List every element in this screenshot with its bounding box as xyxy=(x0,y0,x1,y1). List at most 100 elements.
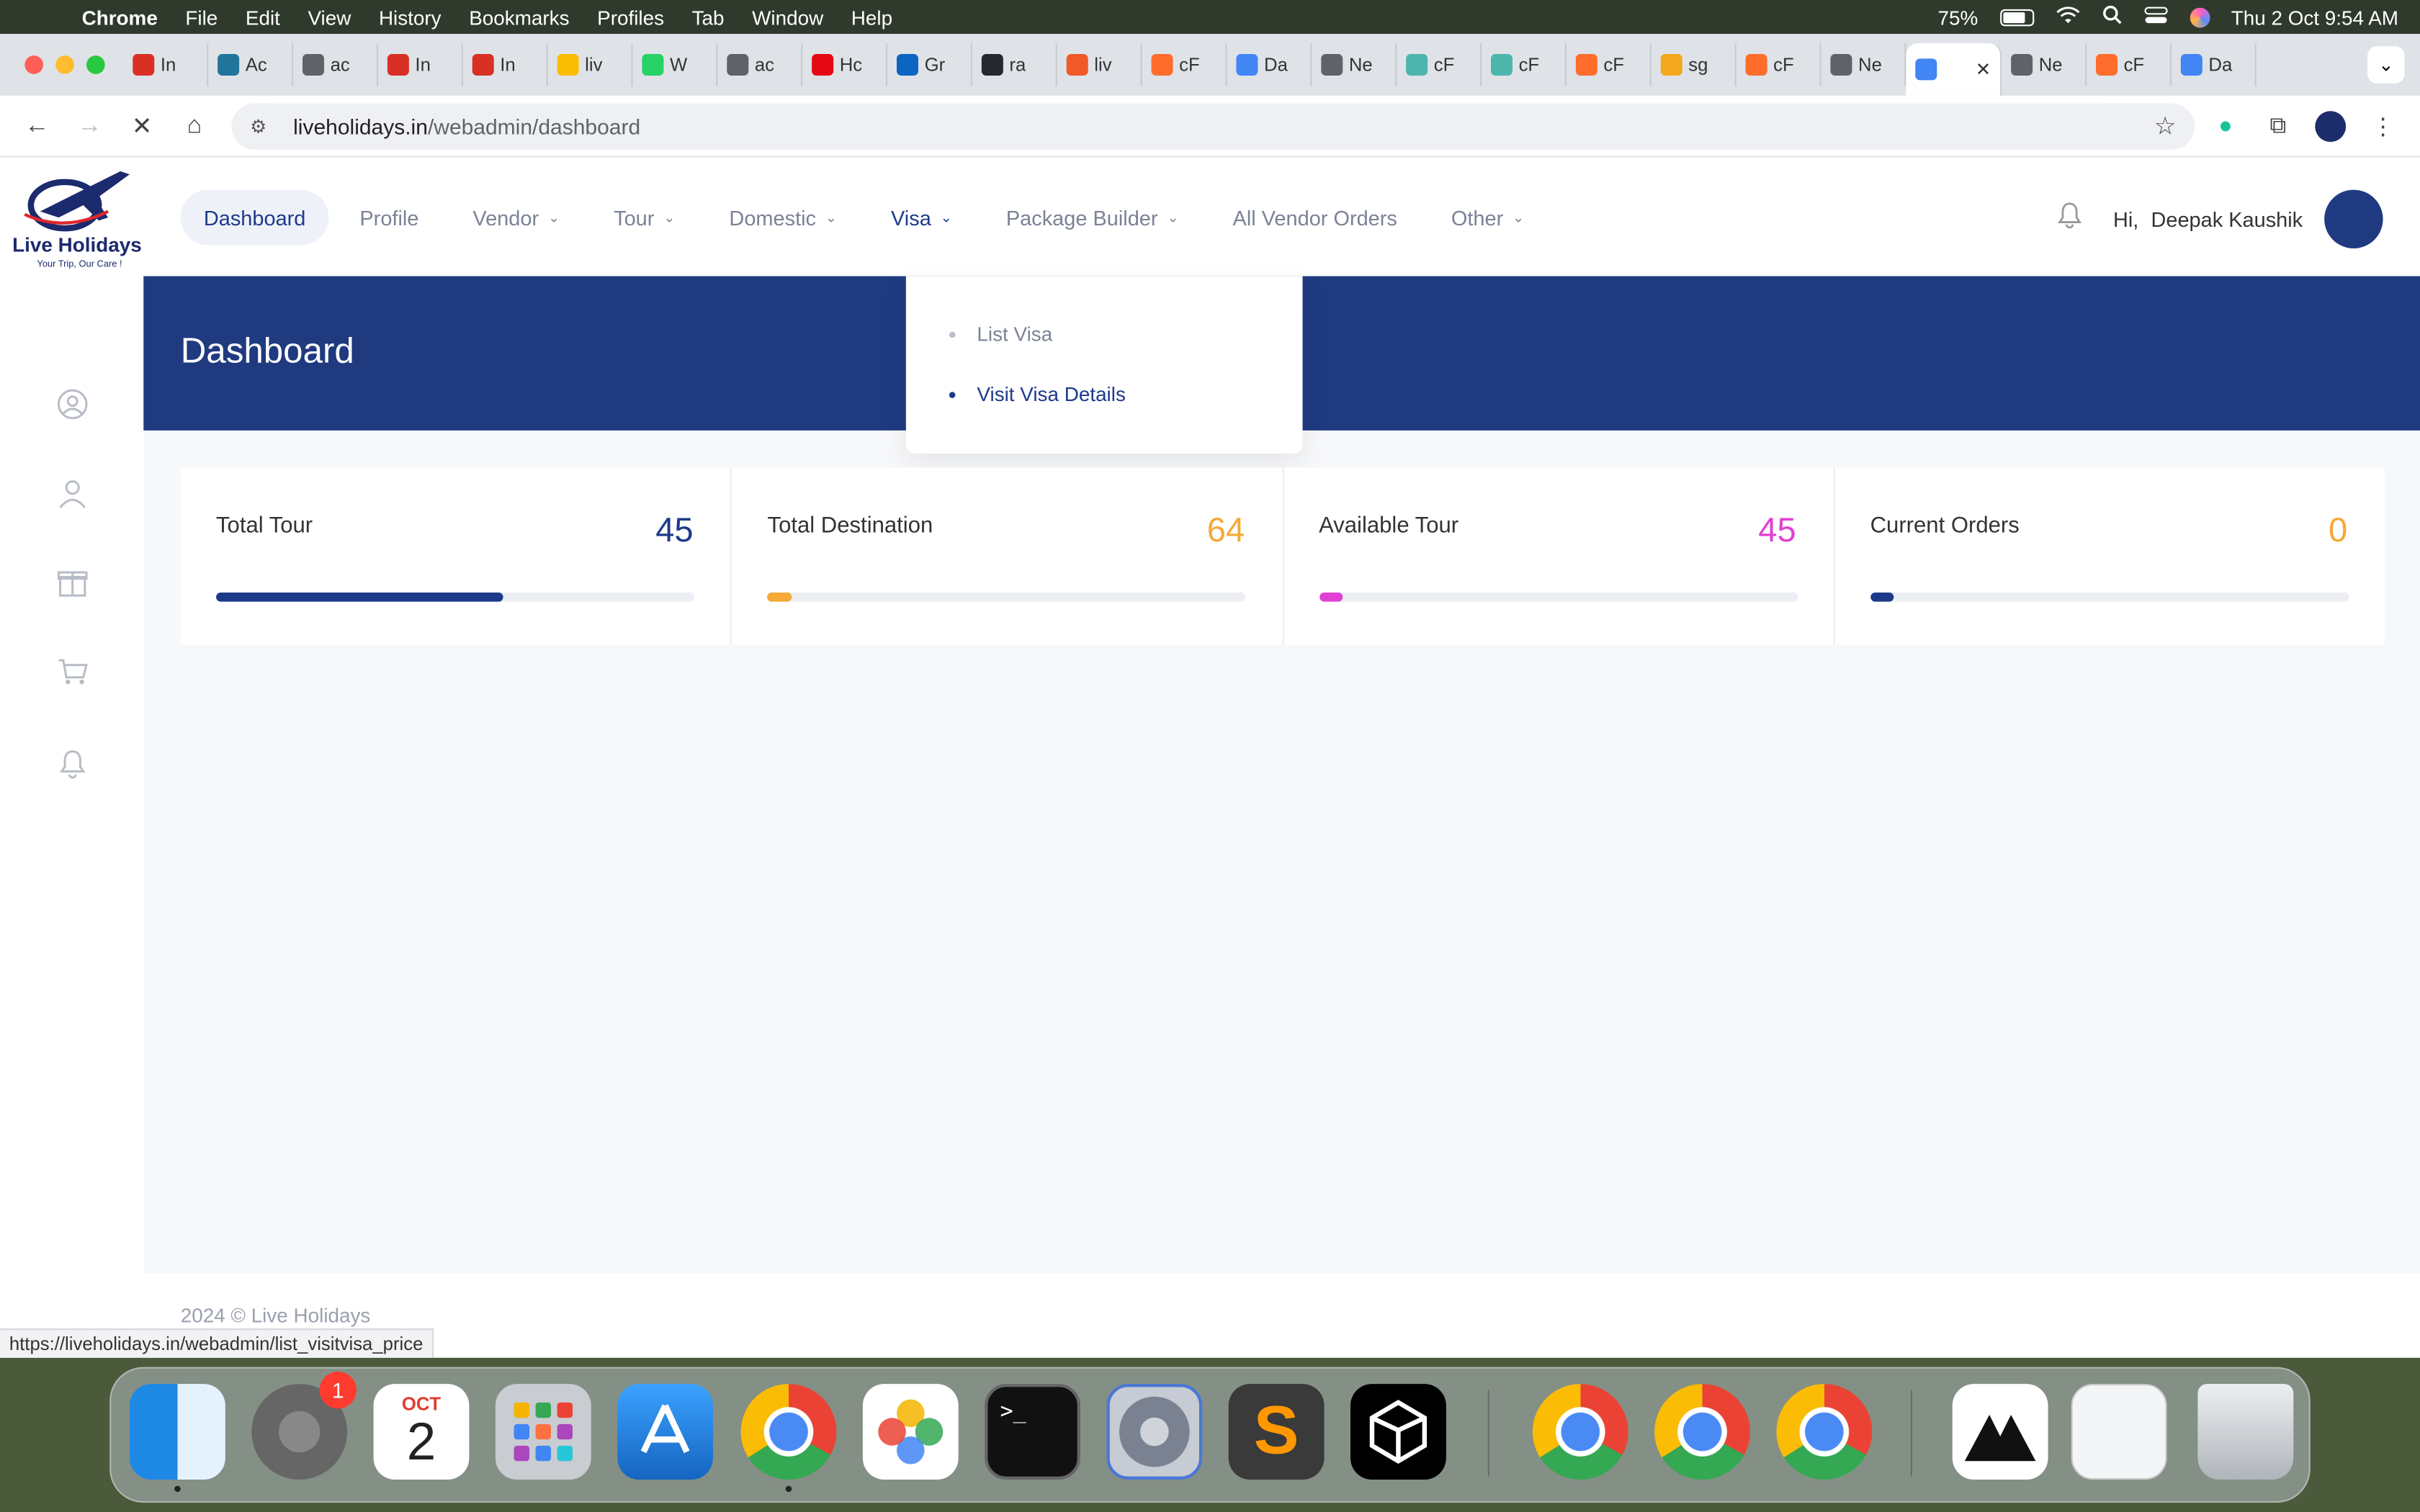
browser-tab[interactable]: cF xyxy=(1567,43,1652,86)
browser-tab[interactable]: ac xyxy=(717,43,803,86)
cube-app-icon[interactable] xyxy=(1350,1384,1446,1480)
menubar-help[interactable]: Help xyxy=(838,6,907,29)
nav-profile[interactable]: Profile xyxy=(336,190,442,246)
browser-tab[interactable]: Hc xyxy=(802,43,888,86)
browser-tab[interactable]: cF xyxy=(1482,43,1567,86)
forward-arrow-icon[interactable]: → xyxy=(68,104,111,148)
menubar-profiles[interactable]: Profiles xyxy=(583,6,678,29)
browser-tab[interactable]: cF xyxy=(1736,43,1821,86)
terminal-icon[interactable]: >_ xyxy=(985,1384,1080,1480)
browser-tab[interactable]: liv xyxy=(1057,43,1142,86)
menubar-tab[interactable]: Tab xyxy=(678,6,738,29)
menubar-datetime[interactable]: Thu 2 Oct 9:54 AM xyxy=(2231,6,2398,29)
document-preview-icon[interactable] xyxy=(1952,1384,2048,1480)
stat-progress-fill xyxy=(767,592,792,602)
nav-vendor[interactable]: Vendor ⌄ xyxy=(449,190,583,246)
browser-tab[interactable]: In xyxy=(378,43,463,86)
chrome-icon[interactable] xyxy=(740,1384,837,1480)
battery-percent: 75% xyxy=(1937,5,1978,29)
chrome-profile-2-icon[interactable] xyxy=(1654,1384,1750,1480)
close-window-button[interactable] xyxy=(24,55,43,74)
profile-avatar[interactable] xyxy=(2309,104,2352,148)
tab-search-chevron-icon[interactable]: ⌄ xyxy=(2367,46,2405,84)
chrome-profile-3-icon[interactable] xyxy=(1776,1384,1873,1480)
menubar-window[interactable]: Window xyxy=(738,6,838,29)
user-name[interactable]: Deepak Kaushik xyxy=(2151,207,2303,230)
chrome-menu-icon[interactable]: ⋮ xyxy=(2362,104,2405,148)
window-thumbnail-icon[interactable] xyxy=(2071,1384,2167,1480)
browser-tab[interactable]: Da xyxy=(2172,43,2257,86)
sublime-text-icon[interactable]: S xyxy=(1228,1384,1325,1480)
menubar-bookmarks[interactable]: Bookmarks xyxy=(455,6,583,29)
browser-tab[interactable]: In xyxy=(123,43,209,86)
finder-icon[interactable] xyxy=(130,1384,225,1480)
nav-dashboard[interactable]: Dashboard xyxy=(180,189,329,246)
nav-package-builder[interactable]: Package Builder ⌄ xyxy=(983,190,1202,246)
nav-tour[interactable]: Tour ⌄ xyxy=(591,190,699,246)
nav-visa[interactable]: Visa ⌄ xyxy=(868,190,975,246)
chrome-profile-1-icon[interactable] xyxy=(1532,1384,1628,1480)
menubar-view[interactable]: View xyxy=(294,6,364,29)
app-store-icon[interactable] xyxy=(617,1384,713,1480)
browser-tab[interactable]: cF xyxy=(1142,43,1227,86)
system-preferences-gear-icon[interactable] xyxy=(1106,1384,1203,1480)
menubar-file[interactable]: File xyxy=(171,6,231,29)
browser-tab[interactable]: ra xyxy=(972,43,1057,86)
spotlight-search-icon[interactable] xyxy=(2102,4,2122,29)
zoom-window-button[interactable] xyxy=(86,55,105,74)
grammarly-extension-icon[interactable]: ● xyxy=(2204,104,2247,148)
system-settings-icon[interactable]: 1 xyxy=(251,1372,357,1480)
nav-other[interactable]: Other ⌄ xyxy=(1428,190,1548,246)
control-center-icon[interactable] xyxy=(2143,6,2168,29)
stat-label: Total Tour xyxy=(216,513,313,539)
menu-item-visit-visa-details[interactable]: Visit Visa Details xyxy=(949,382,1126,406)
nav-package-builder-label: Package Builder xyxy=(1005,206,1158,230)
sidebar-dashboard-icon[interactable] xyxy=(55,387,89,421)
menubar-app-name[interactable]: Chrome xyxy=(68,6,171,29)
terminal-prompt: >_ xyxy=(1000,1399,1026,1424)
menubar-history[interactable]: History xyxy=(365,6,455,29)
menu-item-list-visa[interactable]: List Visa xyxy=(949,323,1052,346)
siri-icon[interactable] xyxy=(2189,6,2210,27)
browser-tab[interactable]: ac xyxy=(293,43,378,86)
photos-icon[interactable] xyxy=(862,1384,959,1480)
browser-tab[interactable]: cF xyxy=(1397,43,1482,86)
browser-tab[interactable]: In xyxy=(463,43,548,86)
browser-tab-active[interactable]: ✕ xyxy=(1906,43,2002,96)
nav-all-vendor-orders[interactable]: All Vendor Orders xyxy=(1209,190,1420,246)
minimize-window-button[interactable] xyxy=(55,55,74,74)
home-icon[interactable]: ⌂ xyxy=(173,104,216,148)
sidebar-bell-icon[interactable] xyxy=(55,747,89,780)
browser-tab[interactable]: liv xyxy=(548,43,633,86)
nav-domestic[interactable]: Domestic ⌄ xyxy=(706,190,860,246)
extensions-puzzle-icon[interactable]: ⧉ xyxy=(2257,104,2300,148)
tab-close-icon[interactable]: ✕ xyxy=(1976,58,1991,80)
browser-tab[interactable]: W xyxy=(633,43,718,86)
notification-bell-icon[interactable] xyxy=(2058,202,2082,236)
browser-tab[interactable]: Gr xyxy=(887,43,972,86)
browser-tab[interactable]: Ne xyxy=(1821,43,1906,86)
browser-tab[interactable]: Ne xyxy=(1312,43,1397,86)
trash-icon[interactable] xyxy=(2197,1384,2294,1480)
browser-tab[interactable]: Ac xyxy=(208,43,294,86)
back-arrow-icon[interactable]: ← xyxy=(15,104,58,148)
browser-tab[interactable]: Ne xyxy=(2002,43,2087,86)
browser-tab[interactable]: Da xyxy=(1227,43,1312,86)
launchpad-icon[interactable] xyxy=(495,1384,591,1480)
browser-tab[interactable]: sg xyxy=(1652,43,1736,86)
user-avatar[interactable] xyxy=(2324,189,2383,248)
bookmark-star-icon[interactable]: ☆ xyxy=(2154,110,2177,141)
site-settings-icon[interactable]: ⚙ xyxy=(250,115,274,137)
tab-title: Da xyxy=(2208,54,2233,76)
live-holidays-logo[interactable]: Live Holidays Your Trip, Our Care ! xyxy=(9,165,154,276)
battery-icon[interactable] xyxy=(1999,8,2034,26)
calendar-icon[interactable]: OCT 2 xyxy=(373,1384,470,1480)
address-bar[interactable]: ⚙ liveholidays.in/webadmin/dashboard ☆ xyxy=(231,102,2195,149)
stop-loading-icon[interactable]: ✕ xyxy=(120,104,163,148)
sidebar-user-icon[interactable] xyxy=(55,477,89,510)
browser-tab[interactable]: cF xyxy=(2087,43,2172,86)
wifi-icon[interactable] xyxy=(2055,6,2079,29)
menubar-edit[interactable]: Edit xyxy=(232,6,295,29)
sidebar-gift-icon[interactable] xyxy=(55,564,89,598)
sidebar-cart-icon[interactable] xyxy=(55,654,89,688)
